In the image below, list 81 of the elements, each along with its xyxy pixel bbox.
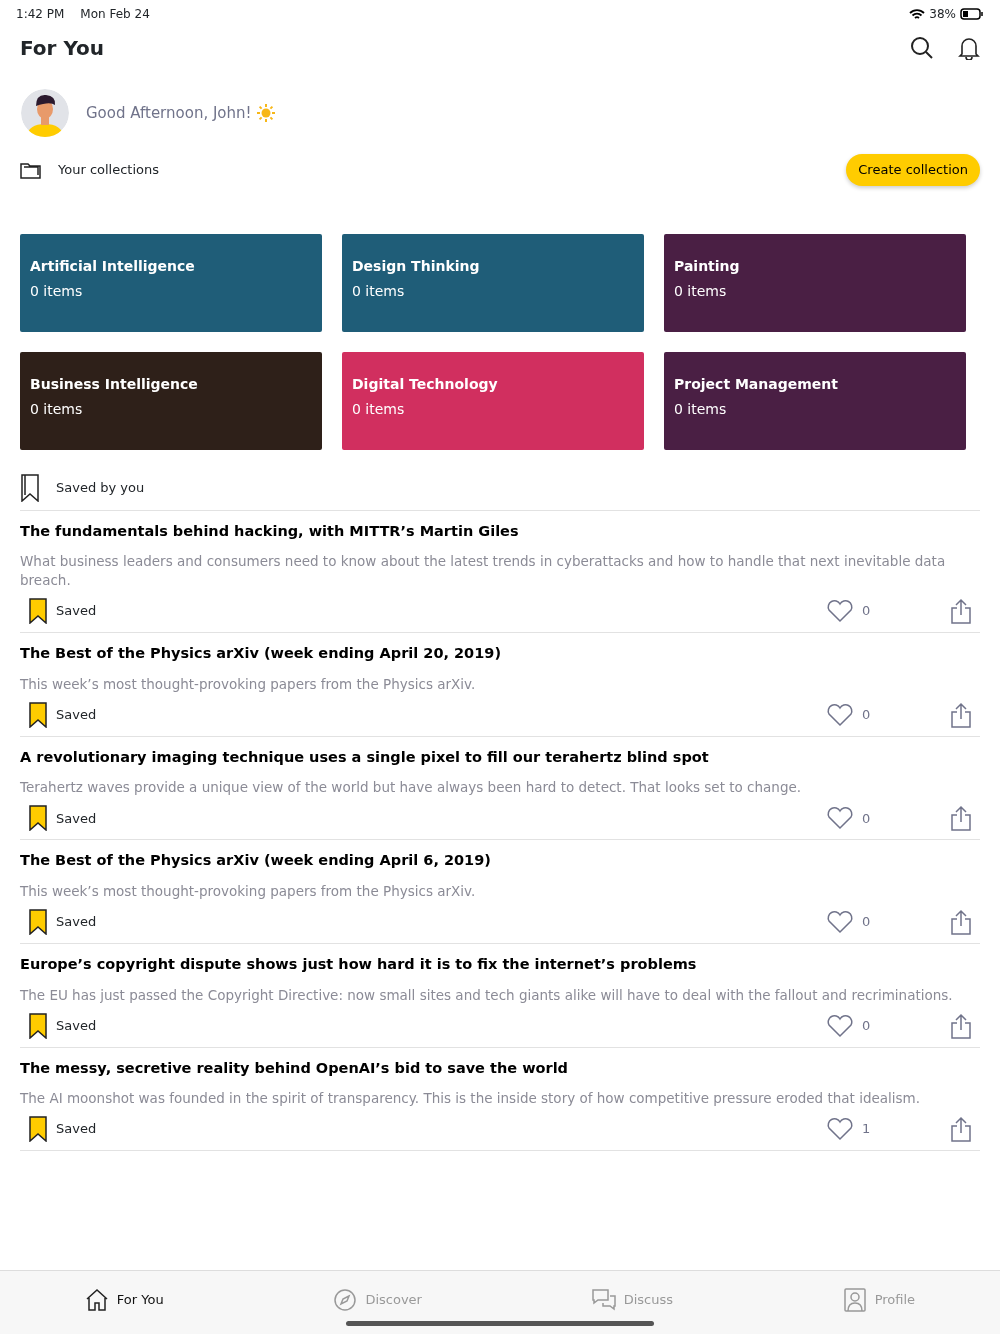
heart-icon[interactable] — [826, 806, 854, 831]
saved-label: Saved — [56, 809, 98, 828]
article-description: Terahertz waves provide a unique view of the world but have always been hard to detect. That looks set to change. — [20, 778, 803, 798]
person-icon — [842, 1288, 867, 1312]
item-count: 0 items — [30, 399, 84, 419]
article-title[interactable]: The Best of the Physics arXiv (week ending April 20, 2019) — [20, 643, 980, 665]
saved-label: Saved — [56, 913, 98, 932]
article-title[interactable]: The Best of the Physics arXiv (week ending April 6, 2019) — [20, 850, 980, 873]
share-icon[interactable] — [950, 598, 972, 625]
home-icon — [84, 1288, 109, 1312]
share-icon[interactable] — [950, 701, 972, 728]
heart-icon[interactable] — [826, 1013, 854, 1038]
like-count: 1 — [862, 1120, 872, 1139]
saved-label: Saved — [56, 602, 98, 621]
share-icon[interactable] — [950, 805, 972, 832]
share-icon[interactable] — [950, 1012, 972, 1039]
article-title[interactable]: A revolutionary imaging technique uses a single pixel to fill our terahertz blind spot — [20, 746, 980, 769]
bookmark-icon[interactable] — [28, 908, 48, 935]
section-title: Your collections — [58, 161, 161, 179]
bookmark-icon[interactable] — [28, 1012, 48, 1039]
heart-icon[interactable] — [826, 599, 854, 624]
item-count: 0 items — [352, 399, 406, 419]
collection-card[interactable]: Project Management 0 items — [664, 351, 966, 450]
item-count: 0 items — [352, 281, 406, 301]
heart-icon[interactable] — [826, 909, 854, 934]
bookmark-icon[interactable] — [28, 598, 48, 625]
like-count: 0 — [862, 809, 872, 828]
collection-name: Painting — [674, 256, 741, 276]
article-title[interactable]: The fundamentals behind hacking, with MITTR’s Martin Giles — [20, 520, 980, 543]
create-collection-button[interactable]: Create collection — [846, 154, 980, 186]
status-date: Mon Feb 24 — [80, 6, 151, 23]
saved-label: Saved — [56, 1016, 98, 1035]
chat-icon — [591, 1288, 616, 1312]
article-description: The EU has just passed the Copyright Directive: now small sites and tech giants alike will have to deal with the fallout and recriminations. — [20, 985, 954, 1005]
article-description: This week’s most thought-provoking papers from the Physics arXiv. — [20, 882, 477, 901]
battery-percent: 38% — [929, 6, 956, 23]
item-count: 0 items — [674, 399, 728, 419]
greeting-text: Good Afternoon, John! — [86, 102, 252, 124]
like-count: 0 — [862, 602, 872, 621]
article-description: What business leaders and consumers need to know about the latest trends in cyberattacks and how to handle that next inevitable data breach. — [20, 552, 947, 591]
like-count: 0 — [862, 1016, 872, 1035]
collection-name: Business Intelligence — [30, 374, 199, 394]
collection-card[interactable]: Painting 0 items — [664, 233, 966, 332]
share-icon[interactable] — [950, 1116, 972, 1143]
article-description: The AI moonshot was founded in the spirit of transparency. This is the inside story of how competitive pressure eroded that idealism. — [20, 1089, 922, 1109]
collection-card[interactable]: Design Thinking 0 items — [342, 233, 644, 332]
battery-icon — [960, 8, 984, 20]
sun-icon — [255, 103, 276, 123]
collection-name: Project Management — [674, 374, 839, 394]
article-title[interactable]: The messy, secretive reality behind OpenAI’s bid to save the world — [20, 1057, 980, 1080]
heart-icon[interactable] — [826, 702, 854, 727]
folder-icon — [20, 160, 42, 179]
item-count: 0 items — [30, 281, 84, 301]
article-title[interactable]: Europe’s copyright dispute shows just how hard it is to fix the internet’s problems — [20, 953, 980, 976]
bookmark-icon[interactable] — [28, 805, 48, 832]
collection-card[interactable]: Artificial Intelligence 0 items — [20, 233, 322, 332]
heart-icon[interactable] — [826, 1117, 854, 1142]
collection-name: Digital Technology — [352, 374, 499, 394]
bell-icon[interactable] — [958, 36, 980, 60]
saved-label: Saved — [56, 1120, 98, 1139]
bookmark-icon[interactable] — [28, 1116, 48, 1143]
search-icon[interactable] — [910, 36, 934, 60]
collection-name: Design Thinking — [352, 256, 481, 276]
tab-item[interactable]: For You — [78, 1287, 170, 1313]
collection-card[interactable]: Digital Technology 0 items — [342, 351, 644, 450]
like-count: 0 — [862, 913, 872, 932]
share-icon[interactable] — [950, 908, 972, 935]
collection-card[interactable]: Business Intelligence 0 items — [20, 351, 322, 450]
bookmark-icon[interactable] — [28, 701, 48, 728]
compass-icon — [333, 1288, 358, 1312]
article-description: This week’s most thought-provoking papers from the Physics arXiv. — [20, 674, 477, 694]
section-title: Saved by you — [56, 478, 145, 497]
avatar — [20, 88, 70, 138]
bookmark-icon — [20, 473, 40, 502]
item-count: 0 items — [674, 281, 728, 301]
saved-label: Saved — [56, 705, 98, 724]
page-title: For You — [20, 35, 106, 62]
status-time: 1:42 PM — [16, 6, 65, 23]
wifi-icon — [909, 8, 926, 20]
like-count: 0 — [862, 705, 872, 724]
collection-name: Artificial Intelligence — [30, 256, 196, 276]
